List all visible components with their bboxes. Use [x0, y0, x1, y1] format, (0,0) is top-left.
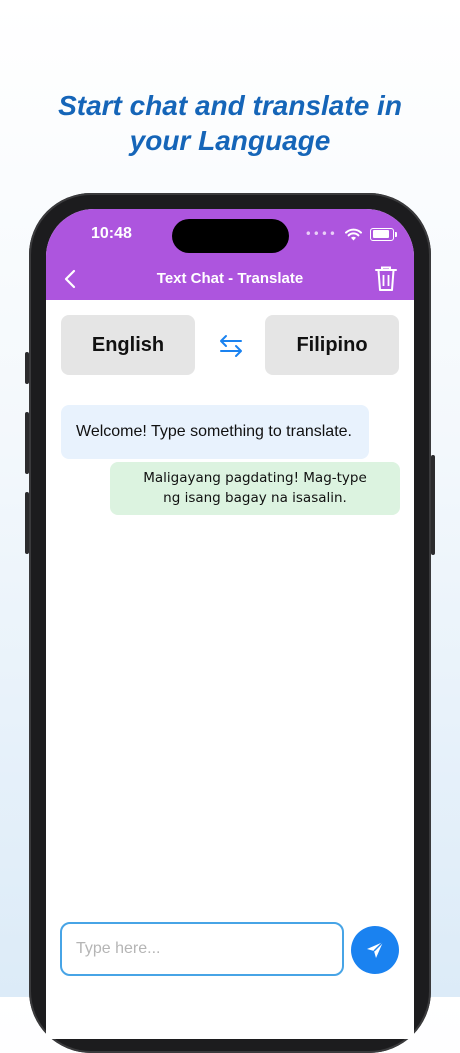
message-text-line-1: Maligayang pagdating! Mag-type — [143, 470, 367, 486]
phone-volume-up-button — [25, 412, 29, 474]
status-icons: •••• — [304, 227, 397, 241]
signal-dots: •••• — [304, 227, 337, 241]
dynamic-island — [172, 219, 289, 253]
source-language-button[interactable]: English — [61, 315, 195, 375]
message-text: Welcome! Type something to translate. — [76, 423, 352, 440]
phone-volume-down-button — [25, 492, 29, 554]
status-time: 10:48 — [91, 225, 132, 242]
phone-power-button — [431, 455, 435, 555]
navigation-bar: Text Chat - Translate — [46, 261, 414, 297]
delete-chat-button[interactable] — [374, 265, 400, 293]
message-input[interactable] — [60, 922, 344, 976]
swap-arrows-icon — [220, 335, 242, 357]
source-language-label: English — [91, 333, 165, 356]
headline-line-2: your Language — [129, 125, 331, 156]
incoming-message-bubble: Welcome! Type something to translate. — [61, 405, 369, 459]
phone-side-button — [25, 352, 29, 384]
trash-icon — [375, 266, 397, 291]
app-screen: 10:48 •••• Text Chat - Translate English… — [46, 209, 414, 1039]
battery-icon — [370, 227, 397, 241]
target-language-button[interactable]: Filipino — [265, 315, 399, 375]
swap-languages-button[interactable] — [216, 331, 246, 361]
page-title: Text Chat - Translate — [156, 270, 304, 287]
translated-message-bubble: Maligayang pagdating! Mag-type ng isang … — [110, 462, 400, 515]
wifi-icon — [345, 228, 362, 240]
send-button[interactable] — [351, 926, 399, 974]
app-header: 10:48 •••• Text Chat - Translate — [46, 209, 414, 300]
headline-line-1: Start chat and translate in — [58, 90, 402, 121]
message-text-line-2: ng isang bagay na isasalin. — [163, 490, 347, 506]
send-icon — [367, 941, 384, 958]
target-language-label: Filipino — [296, 333, 368, 356]
promo-headline: Start chat and translate in your Languag… — [0, 88, 460, 158]
